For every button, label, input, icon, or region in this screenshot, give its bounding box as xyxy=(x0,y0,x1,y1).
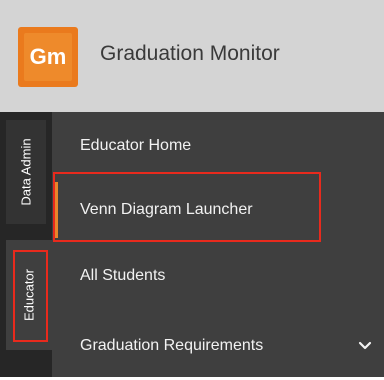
logo-text: Gm xyxy=(24,33,72,81)
menu-item-label: Venn Diagram Launcher xyxy=(80,201,253,218)
app-title: Graduation Monitor xyxy=(100,42,280,65)
role-rail: Data Admin Educator xyxy=(0,112,52,377)
rail-tab-label: Data Admin xyxy=(18,138,34,206)
menu-item-graduation-requirements[interactable]: Graduation Requirements xyxy=(54,312,384,380)
menu-item-label: Graduation Requirements xyxy=(80,337,264,354)
menu-item-educator-home[interactable]: Educator Home xyxy=(54,112,384,180)
chevron-down-icon[interactable] xyxy=(358,341,372,351)
rail-tab-data-admin[interactable]: Data Admin xyxy=(6,120,46,224)
rail-tab-educator[interactable]: Educator xyxy=(6,240,52,350)
app-logo[interactable]: Gm xyxy=(18,27,78,87)
rail-tab-label: Educator xyxy=(21,268,37,322)
sidebar: Data Admin Educator Educator Home Venn D… xyxy=(0,112,384,377)
app-header: Gm Graduation Monitor xyxy=(0,0,384,112)
menu-item-label: Educator Home xyxy=(80,137,192,154)
active-indicator xyxy=(54,182,58,238)
menu-item-all-students[interactable]: All Students xyxy=(54,242,384,310)
menu-item-label: All Students xyxy=(80,267,166,284)
menu-item-venn-diagram-launcher[interactable]: Venn Diagram Launcher xyxy=(54,176,384,244)
